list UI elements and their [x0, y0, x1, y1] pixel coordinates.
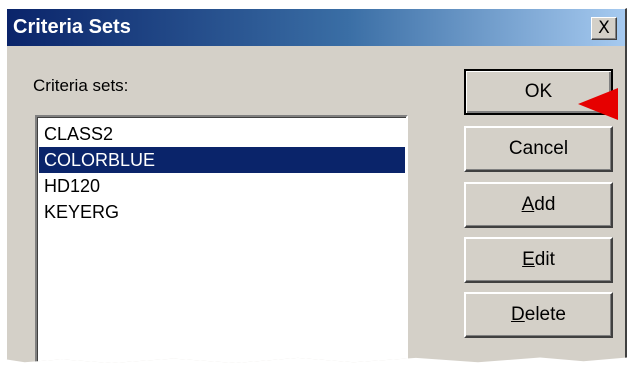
title-bar[interactable]: Criteria Sets X [7, 9, 625, 46]
cancel-button[interactable]: Cancel [464, 126, 613, 172]
criteria-sets-dialog: Criteria Sets X Criteria sets: CLASS2 CO… [6, 8, 627, 364]
add-button[interactable]: Add [464, 182, 613, 228]
delete-button-label: elete [524, 304, 566, 325]
add-button-mnemonic: A [521, 194, 535, 215]
criteria-sets-listbox[interactable]: CLASS2 COLORBLUE HD120 KEYERG [35, 115, 408, 364]
list-item-keyerg[interactable]: KEYERG [39, 199, 405, 225]
window-title: Criteria Sets [13, 16, 131, 38]
close-button[interactable]: X [591, 17, 617, 40]
delete-button-mnemonic: D [511, 304, 525, 325]
add-button-label: dd [534, 194, 556, 215]
list-item-hd120[interactable]: HD120 [39, 173, 405, 199]
edit-button-mnemonic: E [522, 249, 535, 270]
red-arrow-pointer-icon [578, 88, 618, 120]
ok-button-label: OK [524, 81, 553, 102]
cancel-button-label: Cancel [508, 138, 569, 159]
edit-button-label: dit [534, 249, 555, 270]
edit-button[interactable]: Edit [464, 237, 613, 283]
list-item-colorblue[interactable]: COLORBLUE [39, 147, 405, 173]
list-item-class2[interactable]: CLASS2 [39, 121, 405, 147]
delete-button[interactable]: Delete [464, 292, 613, 338]
criteria-sets-label: Criteria sets: [33, 76, 129, 95]
close-icon: X [598, 18, 610, 38]
